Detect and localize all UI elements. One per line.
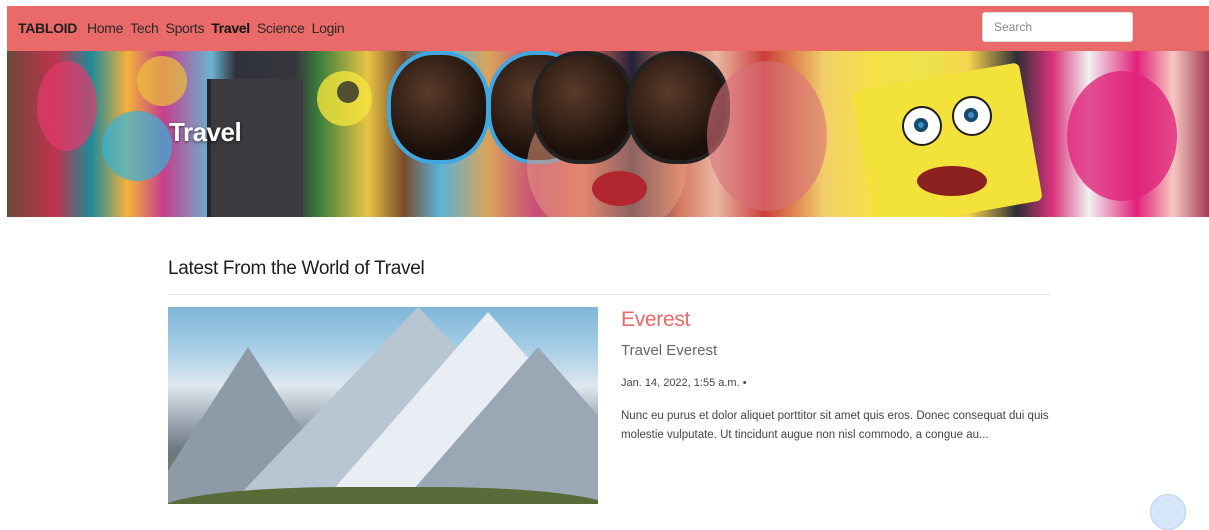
nav-link-sports[interactable]: Sports bbox=[166, 20, 205, 36]
section-title: Latest From the World of Travel bbox=[168, 258, 425, 279]
scroll-top-button[interactable] bbox=[1150, 494, 1186, 530]
navbar: TABLOID Home Tech Sports Travel Science … bbox=[7, 6, 1209, 51]
hero-banner: Travel bbox=[7, 51, 1209, 217]
post-image[interactable] bbox=[168, 307, 598, 504]
nav-link-science[interactable]: Science bbox=[257, 20, 305, 36]
post-subtitle: Travel Everest bbox=[621, 342, 718, 359]
nav-link-tech[interactable]: Tech bbox=[130, 20, 159, 36]
graffiti-shape bbox=[102, 111, 172, 181]
nav-link-travel[interactable]: Travel bbox=[211, 20, 250, 36]
graffiti-shape bbox=[1067, 71, 1177, 201]
graffiti-shape bbox=[37, 61, 97, 151]
hero-sunglass-left bbox=[387, 51, 490, 164]
post-excerpt: Nunc eu purus et dolor aliquet porttitor… bbox=[621, 410, 1049, 441]
graffiti-mouth bbox=[917, 166, 987, 196]
graffiti-shape bbox=[337, 81, 359, 103]
nav-link-home[interactable]: Home bbox=[87, 20, 123, 36]
hero-sunglass-lens-1 bbox=[532, 51, 635, 164]
graffiti-shape bbox=[137, 56, 187, 106]
hero-door bbox=[207, 79, 303, 217]
mountain-shape bbox=[398, 347, 598, 504]
divider bbox=[168, 294, 1050, 295]
nav-menu: Home Tech Sports Travel Science Login bbox=[87, 20, 351, 36]
graffiti-eye bbox=[952, 96, 992, 136]
brand-logo[interactable]: TABLOID bbox=[18, 20, 77, 36]
post-title-link[interactable]: Everest bbox=[621, 308, 690, 332]
post-date: Jan. 14, 2022, 1:55 a.m. • bbox=[621, 377, 747, 389]
nav-link-login[interactable]: Login bbox=[312, 20, 345, 36]
graffiti-mouth bbox=[592, 171, 647, 206]
graffiti-hand bbox=[707, 61, 827, 211]
search-input[interactable] bbox=[982, 12, 1133, 42]
hero-title: Travel bbox=[169, 117, 242, 147]
graffiti-eye bbox=[902, 106, 942, 146]
